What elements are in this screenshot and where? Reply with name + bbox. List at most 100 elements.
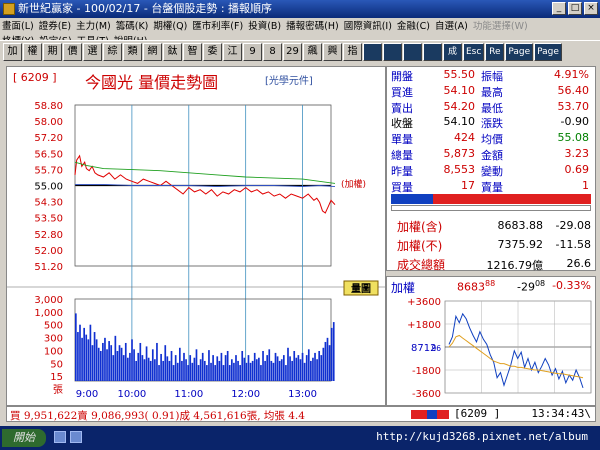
price-volume-chart-panel: [ 6209 ] 今國光 量價走勢圖 [光學元件] 58.80 58.00 57.2… — [6, 66, 386, 406]
volume-bar — [137, 352, 140, 381]
volume-bar — [301, 352, 304, 381]
ratio-track — [391, 205, 591, 211]
toolbar-button[interactable] — [423, 42, 442, 61]
volume-bar — [172, 365, 175, 381]
quicklaunch-icon[interactable] — [54, 431, 66, 443]
volume-bar — [79, 324, 81, 381]
volume-bar — [143, 359, 146, 381]
toolbar-button[interactable] — [363, 42, 382, 61]
volume-bar — [280, 359, 283, 381]
volume-bar — [104, 337, 106, 381]
volume-bar — [85, 334, 88, 381]
menu-item[interactable]: 自選(A) — [435, 18, 468, 32]
menu-item[interactable]: 功能選擇(W) — [473, 18, 528, 32]
trade-summary: 買 9,951,622賣 9,086,993( 0.91)成 4,561,616… — [10, 410, 305, 422]
toolbar-button[interactable]: Esc — [463, 42, 485, 61]
toolbar-button[interactable]: 加 — [3, 42, 22, 61]
quote-value: 3.23 — [564, 146, 590, 160]
volume-bar — [295, 357, 298, 381]
menu-item[interactable]: 匯市利率(F) — [192, 18, 243, 32]
volume-bar — [168, 360, 171, 381]
quote-label: 收盤 — [391, 117, 413, 131]
toolbar-button[interactable]: 9 — [243, 42, 262, 61]
volume-bar — [312, 357, 314, 381]
volume-bar — [151, 349, 154, 381]
volume-bar — [266, 355, 269, 381]
volume-bar — [108, 341, 110, 381]
toolbar-button[interactable]: 類 — [123, 42, 142, 61]
index-value-dec: 88 — [485, 279, 496, 288]
toolbar-button[interactable]: 智 — [183, 42, 202, 61]
menu-item[interactable]: 金融(C) — [397, 18, 430, 32]
toolbar-button[interactable] — [383, 42, 402, 61]
menu-item[interactable]: 證券(E) — [39, 18, 71, 32]
quicklaunch-icon[interactable] — [70, 431, 82, 443]
quote-value: 54.20 — [443, 99, 476, 113]
volume-bar — [249, 362, 252, 381]
menu-item[interactable]: 畫面(L) — [2, 18, 34, 32]
toolbar-button[interactable]: 29 — [283, 42, 302, 61]
volume-ytick-label: 500 — [44, 321, 63, 332]
quote-row: 昨量 8,553 變動 0.69 — [387, 162, 595, 178]
toolbar-button[interactable]: 期 — [43, 42, 62, 61]
toolbar-button[interactable]: 權 — [23, 42, 42, 61]
close-button[interactable]: × — [584, 2, 598, 15]
volume-bar — [245, 362, 248, 381]
menu-item[interactable]: 國際資訊(I) — [344, 18, 392, 32]
quote-value: 17 — [461, 178, 475, 192]
menu-item[interactable]: 籌碼(K) — [116, 18, 149, 32]
toolbar-button[interactable]: 興 — [323, 42, 342, 61]
time-axis-label: 13:00 — [288, 389, 317, 400]
clock: 13:34:43\ — [531, 407, 591, 420]
quote-row: 買進 54.10 最高 56.40 — [387, 83, 595, 99]
toolbar-button[interactable] — [403, 42, 422, 61]
volume-bar — [299, 359, 302, 381]
volume-bar — [164, 345, 167, 381]
volume-bar — [193, 357, 196, 381]
menu-item[interactable]: 期權(Q) — [153, 18, 187, 32]
status-ratio-bar — [411, 410, 449, 419]
index-summary-label: 成交總額 — [397, 258, 446, 272]
toolbar-button[interactable]: 鈦 — [163, 42, 182, 61]
volume-bar — [228, 365, 231, 381]
ref-label: (加權) — [341, 178, 366, 190]
quote-grid: 開盤 55.50 振幅 4.91% 買進 54.10 最高 56.40 賣出 54.20 最低 53.… — [387, 67, 595, 194]
volume-bar — [222, 365, 225, 381]
minimize-button[interactable]: _ — [552, 2, 566, 15]
toolbar-button[interactable]: 8 — [263, 42, 282, 61]
toolbar-button[interactable]: 委 — [203, 42, 222, 61]
index-summary-label: 加權(含) — [397, 220, 443, 234]
start-button[interactable]: 開始 — [2, 429, 46, 447]
menu-item[interactable]: 投資(B) — [248, 18, 281, 32]
toolbar-button[interactable]: 江 — [223, 42, 242, 61]
menu-item[interactable]: 播報密碼(H) — [286, 18, 339, 32]
toolbar-button[interactable]: 網 — [143, 42, 162, 61]
maximize-button[interactable]: □ — [568, 2, 582, 15]
toolbar-button[interactable]: Re — [485, 42, 505, 61]
volume-bar — [181, 360, 183, 381]
quote-value: 55.08 — [557, 131, 590, 145]
toolbar-button[interactable]: 綜 — [103, 42, 122, 61]
volume-bar — [83, 327, 85, 381]
volume-bar — [99, 350, 102, 381]
index-ytick-label: 96 — [431, 344, 441, 353]
toolbar-button[interactable]: 飆 — [303, 42, 322, 61]
volume-bar — [247, 355, 250, 381]
volume-ytick-label: 1,000 — [34, 308, 63, 319]
toolbar-button[interactable]: 價 — [63, 42, 82, 61]
menu-item[interactable]: 主力(M) — [76, 18, 111, 32]
volume-bar — [81, 337, 83, 381]
toolbar-button[interactable]: 選 — [83, 42, 102, 61]
toolbar-button[interactable]: Page — [534, 42, 562, 61]
volume-bar — [212, 355, 214, 381]
volume-bar — [253, 352, 256, 381]
volume-bar — [326, 337, 329, 381]
price-ytick-label: 54.30 — [34, 198, 63, 209]
quote-value: 56.40 — [557, 83, 590, 97]
status-stock-code[interactable]: [6209 ] — [454, 407, 500, 420]
toolbar-button[interactable]: 指 — [343, 42, 362, 61]
price-ytick-label: 55.00 — [34, 182, 63, 193]
index-header: 加權 868388 -2908 -0.33% — [387, 277, 595, 295]
toolbar-button[interactable]: 成 — [443, 42, 462, 61]
toolbar-button[interactable]: Page — [505, 42, 534, 61]
